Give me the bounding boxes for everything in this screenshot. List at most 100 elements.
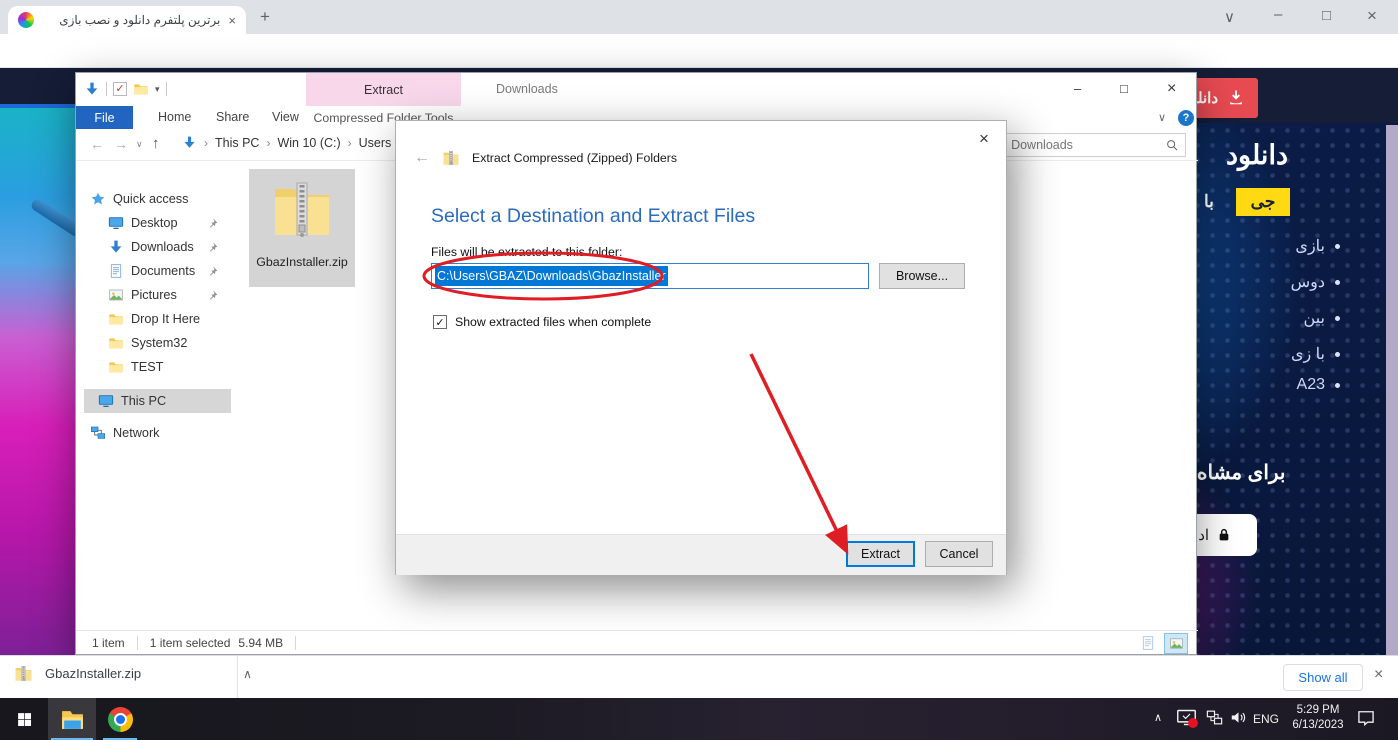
sidebar-item-desktop[interactable]: Desktop [76,211,231,235]
checkbox-checked[interactable]: ✓ [433,315,447,329]
sidebar-label: This PC [121,394,167,408]
taskbar-file-explorer-button[interactable] [48,698,96,740]
downloads-location-icon [84,81,100,97]
browse-button[interactable]: Browse... [879,263,965,289]
sidebar-item-this-pc[interactable]: This PC [84,389,231,413]
sidebar-label: Desktop [131,216,178,230]
browser-tab[interactable]: برترین پلتفرم دانلود و نصب بازی × [8,6,246,34]
explorer-maximize-button[interactable]: □ [1120,81,1128,96]
hero-heading: دانلود [1226,140,1288,170]
sidebar-item-drop-it-here[interactable]: Drop It Here [76,307,231,331]
windows-logo-icon [16,711,33,728]
folder-icon [108,335,124,351]
sidebar-item-quick-access[interactable]: Quick access [76,187,231,211]
taskbar-chrome-button[interactable] [96,698,144,740]
divider [165,82,167,96]
start-button[interactable] [0,698,48,740]
tray-display-icon[interactable] [1176,707,1198,728]
help-icon[interactable]: ? [1178,110,1194,126]
sidebar-item-network[interactable]: Network [76,421,231,445]
screen: برترین پلتفرم دانلود و نصب بازی × + ∨ – … [0,0,1398,740]
sidebar-item-test[interactable]: TEST [76,355,231,379]
download-item[interactable]: GbazInstaller.zip ∧ [14,664,252,683]
bullet-label: دوس [1290,274,1325,291]
quick-access-toolbar: ✓ ▾ [84,81,167,97]
desktop-icon [108,215,124,231]
crumb-drive[interactable]: Win 10 (C:) [277,136,340,150]
browse-button-label: Browse... [895,269,949,283]
tab-file-label: File [94,110,115,125]
language-indicator[interactable]: ENG [1253,712,1279,726]
hero-gradient-image [0,108,85,655]
bullet-dot [1335,279,1340,285]
extract-contextual-tab[interactable]: Extract [306,73,461,106]
show-all-button[interactable]: Show all [1283,664,1363,691]
sidebar-item-pictures[interactable]: Pictures [76,283,231,307]
checkbox-label: Show extracted files when complete [455,315,652,329]
status-item-count: 1 item [92,636,125,650]
crumb-this-pc[interactable]: This PC [215,136,259,150]
clock-time: 5:29 PM [1296,704,1340,716]
nav-history-chevron-icon[interactable]: ∨ [136,139,143,150]
breadcrumb[interactable]: › This PC › Win 10 (C:) › Users [182,135,391,150]
tab-home[interactable]: Home [158,110,191,124]
browser-toolbar: ← → ↻ gbaz.ir G ⋮ [0,34,1398,98]
qat-new-folder-icon[interactable] [133,81,149,97]
thumbnail-view-toggle[interactable] [1164,632,1188,654]
browser-close-button[interactable]: × [1367,6,1377,26]
sidebar-item-documents[interactable]: Documents [76,259,231,283]
chrome-icon [107,706,133,732]
explorer-minimize-button[interactable]: – [1074,81,1081,96]
nav-back-icon[interactable]: ← [90,136,104,152]
network-tray-icon[interactable] [1205,708,1224,727]
dialog-close-button[interactable]: × [979,129,989,149]
extract-button[interactable]: Extract [846,541,915,567]
qat-properties-icon[interactable]: ✓ [113,82,127,96]
tab-close-icon[interactable]: × [228,13,236,28]
tray-expand-chevron-icon[interactable]: ∧ [1154,711,1162,724]
tab-file[interactable]: File [76,106,133,129]
new-tab-button[interactable]: + [260,7,270,27]
divider [295,636,297,650]
sidebar-label: Network [113,426,160,440]
notification-badge [1188,718,1198,728]
explorer-close-button[interactable]: × [1167,80,1176,98]
extract-button-label: Extract [861,547,900,561]
bullet-label: با زی [1290,346,1325,363]
dialog-back-icon[interactable]: ← [414,149,430,167]
bullet-dot [1335,315,1340,321]
browser-menu-chevron-icon[interactable]: ∨ [1224,8,1235,26]
downloads-bar-close-icon[interactable]: × [1374,666,1383,684]
qat-customize-caret-icon[interactable]: ▾ [155,84,160,95]
browser-minimize-button[interactable]: – [1274,6,1282,23]
destination-path-input[interactable]: C:\Users\GBAZ\Downloads\GbazInstaller [431,263,869,289]
action-center-icon[interactable] [1356,708,1376,728]
page-scrollbar[interactable] [1386,125,1398,655]
status-selected-size: 5.94 MB [238,636,284,650]
nav-forward-icon[interactable]: → [114,136,128,152]
cancel-button[interactable]: Cancel [925,541,993,567]
status-selected-count: 1 item selected [149,636,231,650]
browser-maximize-button[interactable]: □ [1322,7,1331,24]
extract-dialog: × ← Extract Compressed (Zipped) Folders … [395,120,1007,575]
clock[interactable]: 5:29 PM 6/13/2023 [1286,703,1350,733]
sidebar-item-downloads[interactable]: Downloads [76,235,231,259]
tab-title: برترین پلتفرم دانلود و نصب بازی [59,13,221,27]
sidebar-label: System32 [131,336,188,350]
tab-share[interactable]: Share [216,110,249,124]
tab-view[interactable]: View [272,110,299,124]
details-view-icon[interactable] [1140,635,1156,651]
sidebar-item-system32[interactable]: System32 [76,331,231,355]
crumb-users[interactable]: Users [359,136,392,150]
ribbon-collapse-chevron-icon[interactable]: ∨ [1158,111,1166,124]
file-item-gbazinstaller[interactable]: GbazInstaller.zip [249,169,355,287]
bullet-dot [1335,243,1340,249]
nav-up-icon[interactable]: ↑ [152,135,160,152]
pictures-icon [108,287,124,303]
download-icon [1226,88,1246,108]
search-icon[interactable] [1165,138,1179,152]
show-files-checkbox-row[interactable]: ✓ Show extracted files when complete [433,315,651,329]
volume-icon[interactable] [1229,708,1248,727]
pin-icon [206,265,219,278]
download-item-chevron-icon[interactable]: ∧ [243,667,252,681]
